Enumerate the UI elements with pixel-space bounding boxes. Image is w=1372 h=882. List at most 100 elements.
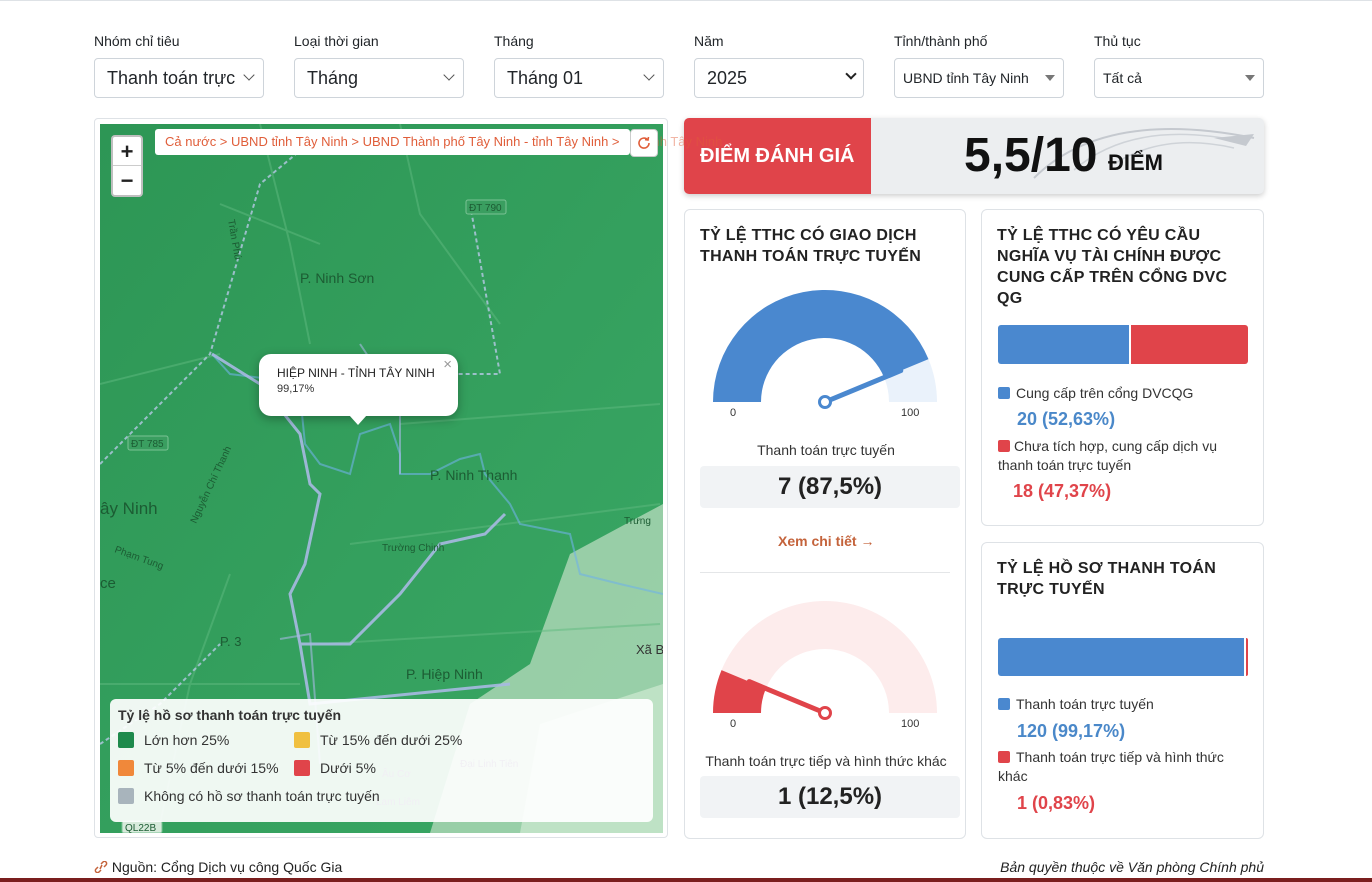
- gauge-min: 0: [730, 718, 737, 730]
- caret-down-icon: [1245, 75, 1255, 81]
- select-value: 2025: [707, 67, 748, 88]
- gauge-max: 100: [901, 407, 920, 419]
- filter-label: Năm: [694, 33, 724, 49]
- filter-time-type: Loại thời gian Tháng: [294, 32, 464, 98]
- legend-swatch: [998, 440, 1010, 452]
- legend-item: Chưa tích hợp, cung cấp dịch vụ thanh to…: [998, 437, 1238, 475]
- direct-value: 1 (0,83%): [1017, 793, 1096, 813]
- online-payment-card: TỶ LỆ TTHC CÓ GIAO DỊCH THANH TOÁN TRỰC …: [684, 209, 966, 839]
- source-text: Nguồn: Cổng Dịch vụ công Quốc Gia: [111, 859, 343, 875]
- legend-label: Thanh toán trực tuyến: [1016, 696, 1154, 712]
- score-banner: ĐIỂM ĐÁNH GIÁ 5,5/10 ĐIỂM: [684, 118, 1264, 194]
- filter-label: Thủ tục: [1094, 33, 1141, 49]
- legend-swatch: [118, 788, 134, 804]
- legend-item: Dưới 5%: [294, 760, 376, 776]
- legend-label: Không có hồ sơ thanh toán trực tuyến: [144, 788, 380, 804]
- year-select[interactable]: 2025: [694, 58, 864, 98]
- link-icon: [94, 860, 108, 874]
- legend-swatch: [294, 732, 310, 748]
- map-legend: Tỷ lệ hồ sơ thanh toán trực tuyến Lớn hơ…: [110, 699, 653, 822]
- score-unit: ĐIỂM: [1108, 150, 1163, 175]
- chevron-down-icon: [845, 68, 857, 80]
- gauge-max: 100: [901, 718, 920, 730]
- copyright-text: Bản quyền thuộc về Văn phòng Chính phủ: [1000, 859, 1264, 875]
- indicator-group-select[interactable]: Thanh toán trực: [94, 58, 264, 98]
- direct-payment-gauge: [713, 601, 937, 720]
- finance-stacked-bar: [998, 325, 1248, 364]
- provided-value: 20 (52,63%): [1017, 409, 1116, 429]
- procedure-select[interactable]: Tất cả: [1094, 58, 1264, 98]
- zoom-in-button[interactable]: +: [113, 137, 141, 166]
- top-divider: [0, 0, 1372, 1]
- filter-province: Tỉnh/thành phố UBND tỉnh Tây Ninh: [894, 32, 1064, 98]
- gauge-min: 0: [730, 407, 737, 419]
- svg-text:ây Ninh: ây Ninh: [100, 499, 158, 518]
- legend-label: Thanh toán trực tiếp và hình thức khác: [998, 749, 1224, 784]
- chevron-down-icon: [443, 69, 455, 81]
- gauge-label: Thanh toán trực tiếp và hình thức khác: [705, 753, 947, 769]
- legend-item: Không có hồ sơ thanh toán trực tuyến: [118, 788, 380, 804]
- popup-pointer: [349, 415, 367, 425]
- legend-swatch: [294, 760, 310, 776]
- popup-value: 99,17%: [277, 383, 315, 395]
- legend-item: Từ 15% đến dưới 25%: [294, 732, 462, 748]
- svg-text:Xã B: Xã B: [636, 642, 663, 657]
- legend-swatch: [998, 698, 1010, 710]
- source-note: Nguồn: Cổng Dịch vụ công Quốc Gia: [94, 859, 342, 875]
- legend-swatch: [998, 751, 1010, 763]
- gauge-value: 7 (87,5%): [700, 466, 960, 508]
- filter-label: Tỉnh/thành phố: [894, 33, 988, 49]
- zoom-out-button[interactable]: −: [113, 166, 141, 195]
- view-detail-link[interactable]: Xem chi tiết →: [778, 533, 874, 549]
- filter-year: Năm 2025: [694, 32, 864, 98]
- legend-item: Lớn hơn 25%: [118, 732, 229, 748]
- online-records-card: TỶ LỆ HỒ SƠ THANH TOÁN TRỰC TUYẾN Thanh …: [981, 542, 1264, 839]
- refresh-button[interactable]: [630, 129, 658, 157]
- refresh-icon: [638, 136, 650, 149]
- svg-text:Trưng: Trưng: [624, 516, 651, 527]
- svg-text:P. 3: P. 3: [220, 634, 241, 649]
- card-title: TỶ LỆ HỒ SƠ THANH TOÁN TRỰC TUYẾN: [997, 560, 1217, 598]
- chevron-down-icon: [643, 69, 655, 81]
- legend-title: Tỷ lệ hồ sơ thanh toán trực tuyến: [118, 707, 342, 723]
- svg-text:Trường Chinh: Trường Chinh: [382, 543, 444, 554]
- caret-down-icon: [1045, 75, 1055, 81]
- legend-item: Từ 5% đến dưới 15%: [118, 760, 279, 776]
- gauge-value: 1 (12,5%): [700, 776, 960, 818]
- bar-segment-direct: [1246, 638, 1248, 676]
- score-label: ĐIỂM ĐÁNH GIÁ: [684, 118, 871, 194]
- svg-text:ce: ce: [100, 575, 116, 592]
- legend-item: Thanh toán trực tuyến: [998, 696, 1154, 712]
- bottom-border: [0, 878, 1372, 882]
- select-value: Thanh toán trực: [107, 67, 236, 88]
- chevron-down-icon: [243, 69, 255, 81]
- legend-label: Từ 15% đến dưới 25%: [320, 732, 463, 748]
- legend-swatch: [998, 387, 1010, 399]
- svg-text:ĐT 790: ĐT 790: [469, 203, 502, 214]
- legend-label: Chưa tích hợp, cung cấp dịch vụ thanh to…: [998, 438, 1217, 473]
- legend-swatch: [118, 732, 134, 748]
- bar-segment-not-integrated: [1131, 325, 1248, 364]
- legend-label: Lớn hơn 25%: [144, 732, 230, 748]
- legend-swatch: [118, 760, 134, 776]
- online-payment-gauge: [713, 289, 937, 409]
- svg-text:P. Ninh Thạnh: P. Ninh Thạnh: [430, 467, 517, 483]
- bar-segment-online: [998, 638, 1244, 676]
- filter-procedure: Thủ tục Tất cả: [1094, 32, 1264, 98]
- legend-label: Từ 5% đến dưới 15%: [144, 760, 279, 776]
- map-breadcrumb[interactable]: Cả nước > UBND tỉnh Tây Ninh > UBND Thàn…: [155, 129, 630, 155]
- select-value: Tháng 01: [507, 67, 584, 88]
- score-value: 5,5/10: [964, 129, 1098, 182]
- select-value: Tất cả: [1103, 70, 1142, 86]
- province-select[interactable]: UBND tỉnh Tây Ninh: [894, 58, 1064, 98]
- legend-label: Dưới 5%: [320, 760, 376, 776]
- svg-text:P. Ninh Sơn: P. Ninh Sơn: [300, 270, 374, 286]
- legend-item: Thanh toán trực tiếp và hình thức khác: [998, 748, 1238, 786]
- filter-indicator-group: Nhóm chỉ tiêu Thanh toán trực: [94, 32, 264, 98]
- time-type-select[interactable]: Tháng: [294, 58, 464, 98]
- filter-label: Loại thời gian: [294, 33, 379, 49]
- close-icon[interactable]: ×: [443, 356, 452, 373]
- svg-text:QL22B: QL22B: [125, 823, 156, 833]
- records-stacked-bar: [998, 638, 1248, 676]
- month-select[interactable]: Tháng 01: [494, 58, 664, 98]
